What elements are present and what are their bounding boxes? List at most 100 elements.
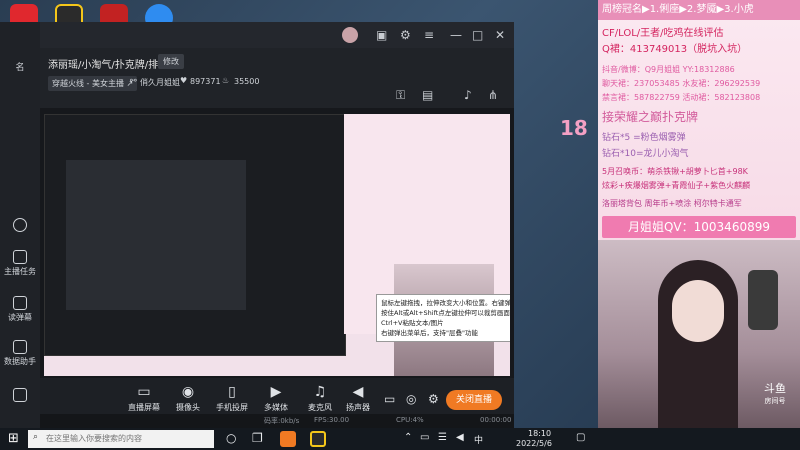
taskbar: ⊞ ⌕ ○ ❐ ⌃ ▭ ☰ ◀ 中 18:10 2022/5/6 ▢ bbox=[0, 428, 800, 450]
sidebar-item-label: 读弹幕 bbox=[8, 313, 32, 322]
share-icon[interactable]: ⋔ bbox=[488, 88, 498, 102]
room-number-label: 房间号 bbox=[764, 397, 786, 405]
heat-icon: ♨ bbox=[222, 76, 230, 85]
camera-button[interactable]: ◉ 摄像头 bbox=[166, 384, 210, 413]
checklist-icon bbox=[13, 250, 27, 264]
speech-icon bbox=[13, 296, 27, 310]
sidebar-item-streamer-tasks[interactable]: 主播任务 bbox=[0, 250, 40, 277]
overlay-line: 钻石*10=龙儿小淘气 bbox=[602, 149, 689, 159]
cortana-icon[interactable]: ○ bbox=[226, 431, 236, 445]
overlay-line: 钻石*5 =粉色烟雾弹 bbox=[602, 133, 686, 143]
overlay-line: 炫彩+疾爆烟雾弹+青霞仙子+紫色火麒麟 bbox=[602, 181, 751, 190]
control-label: 多媒体 bbox=[264, 403, 288, 412]
sidebar-item-data-assistant[interactable]: 数据助手 bbox=[0, 340, 40, 367]
control-label: 扬声器 bbox=[346, 403, 370, 412]
taskbar-search-input[interactable] bbox=[28, 430, 214, 448]
fps-readout: FPS:30.00 bbox=[314, 416, 350, 424]
overlay-line: CF/LOL/王者/吃鸡在线评估 bbox=[602, 28, 724, 39]
overlay-line: 5月召唤币：萌杀铁锹+胡萝卜匕首+98K bbox=[602, 167, 748, 176]
stream-overlay-panel: 周榜冠名▶1.俐座▶2.梦魇▶3.小虎 CF/LOL/王者/吃鸡在线评估 Q裙：… bbox=[598, 0, 800, 428]
bitrate-readout: 码率:0kb/s bbox=[264, 417, 300, 425]
bell-icon[interactable]: ♪ bbox=[464, 88, 472, 102]
overlay-line: 抖音/微博：Q9月姐姐 YY:18312886 bbox=[602, 65, 735, 74]
age-badge: 18 bbox=[560, 116, 588, 140]
douyu-logo-text: 斗鱼 bbox=[764, 382, 786, 395]
task-view-icon[interactable]: ❐ bbox=[252, 431, 263, 445]
overlay-line: Q裙：413749013（脱坑入坑） bbox=[602, 44, 748, 55]
phone-icon: ▯ bbox=[228, 384, 236, 400]
microphone-prop bbox=[748, 270, 778, 330]
heat-value: 35500 bbox=[234, 77, 260, 86]
tray-expand-icon[interactable]: ⌃ bbox=[404, 432, 412, 443]
volume-icon[interactable]: ◀ bbox=[456, 432, 464, 443]
lock-icon[interactable]: ⚿ bbox=[396, 88, 405, 103]
maximize-icon[interactable]: □ bbox=[472, 28, 483, 42]
editing-tooltip: 鼠标左键拖拽，拉伸改变大小和位置。右键弹出菜单 按住Alt或Alt+Shift点… bbox=[376, 294, 510, 342]
chart-icon bbox=[13, 340, 27, 354]
qv-contact-banner: 月姐姐QV：1003460899 bbox=[602, 216, 796, 238]
control-label: 手机投屏 bbox=[216, 403, 248, 412]
overlay-line: 洛丽塔背包 周年币+喷涂 柯尔特卡通军 bbox=[602, 199, 742, 208]
tooltip-line: Ctrl+V粘贴文本/图片 bbox=[381, 319, 444, 327]
phone-cast-button[interactable]: ▯ 手机投屏 bbox=[210, 384, 254, 413]
sidebar-top-label: 名 bbox=[15, 63, 25, 73]
edit-title-button[interactable]: 修改 bbox=[158, 54, 184, 69]
live-duration: 00:00:00 bbox=[480, 416, 512, 424]
record-icon[interactable]: ▭ bbox=[384, 392, 395, 406]
chain-label: 俏久月姐姐 bbox=[140, 78, 180, 87]
speaker-icon: ◀ bbox=[352, 384, 364, 400]
notification-icon[interactable]: ▢ bbox=[576, 432, 585, 443]
taskbar-app-douyu[interactable] bbox=[280, 431, 296, 447]
control-label: 直播屏幕 bbox=[128, 403, 160, 412]
tooltip-line: 按住Alt或Alt+Shift点左键拉伸可以裁剪画面 bbox=[381, 309, 510, 317]
overlay-line: 接荣耀之巅扑克牌 bbox=[602, 110, 699, 124]
overlay-line: 禁言裙：587822759 活动裙：582123808 bbox=[602, 93, 761, 102]
search-icon: ⌕ bbox=[33, 432, 39, 442]
cpu-readout: CPU:4% bbox=[396, 416, 424, 424]
avatar[interactable] bbox=[342, 27, 358, 43]
stack-icon bbox=[13, 388, 27, 402]
monitor-icon: ▭ bbox=[137, 384, 151, 400]
input-language[interactable]: 中 bbox=[474, 433, 483, 446]
status-bar: 码率:0kb/s FPS:30.00 CPU:4% 00:00:00 bbox=[40, 414, 514, 428]
sidebar-more[interactable] bbox=[0, 218, 40, 234]
minimize-icon[interactable]: — bbox=[450, 28, 462, 42]
control-label: 麦克风 bbox=[308, 403, 332, 412]
sidebar-bottom-item[interactable] bbox=[0, 388, 40, 404]
room-info-bar: 添丽瑶/小淘气/扑克牌/排位 修改 穿越火线 - 美女主播 ↗ ⚯ 俏久月姐姐 … bbox=[40, 48, 514, 108]
close-icon[interactable]: ✕ bbox=[495, 28, 505, 42]
close-live-button[interactable]: 关闭直播 bbox=[446, 390, 502, 410]
douyu-logo: 斗鱼 房间号 bbox=[756, 380, 794, 406]
speaker-button[interactable]: ◀ 扬声器 bbox=[336, 384, 380, 413]
skin-icon[interactable]: ▣ bbox=[376, 28, 387, 42]
more-icon bbox=[13, 218, 27, 232]
taskbar-date[interactable]: 2022/5/6 bbox=[516, 439, 552, 448]
category-label: 穿越火线 - 美女主播 bbox=[52, 79, 124, 88]
settings-icon[interactable]: ⚙ bbox=[400, 28, 411, 42]
network-icon[interactable]: ▭ bbox=[420, 432, 429, 443]
fans-count: 897371 bbox=[190, 77, 221, 86]
eye-icon[interactable]: ◎ bbox=[406, 392, 416, 406]
gear-icon[interactable]: ⚙ bbox=[428, 392, 439, 406]
taskbar-app-game[interactable] bbox=[310, 431, 326, 447]
category-tag[interactable]: 穿越火线 - 美女主播 ↗ bbox=[48, 76, 138, 91]
multimedia-button[interactable]: ▶ 多媒体 bbox=[254, 384, 298, 413]
windows-start-icon[interactable]: ⊞ bbox=[8, 431, 19, 446]
image-icon[interactable]: ▤ bbox=[422, 88, 433, 102]
room-title: 添丽瑶/小淘气/扑克牌/排位 bbox=[48, 60, 169, 71]
streaming-app-window: ▣ ⚙ ≡ — □ ✕ 添丽瑶/小淘气/扑克牌/排位 修改 穿越火线 - 美女主… bbox=[40, 22, 514, 428]
chain-icon: ⚯ bbox=[130, 76, 137, 85]
taskbar-clock[interactable]: 18:10 bbox=[528, 429, 551, 438]
media-icon: ▶ bbox=[270, 384, 282, 400]
webcam-face bbox=[672, 280, 724, 342]
menu-icon[interactable]: ≡ bbox=[424, 28, 434, 42]
fans-icon: ♥ bbox=[180, 76, 188, 85]
sidebar-item-label: 数据助手 bbox=[4, 357, 36, 366]
overlay-line: 聊天裙：237053485 水友裙：296292539 bbox=[602, 79, 761, 88]
webcam-feed: 斗鱼 房间号 bbox=[598, 240, 800, 428]
screen-capture-button[interactable]: ▭ 直播屏幕 bbox=[122, 384, 166, 413]
wifi-icon[interactable]: ☰ bbox=[438, 432, 447, 443]
stream-preview[interactable]: 鼠标左键拖拽，拉伸改变大小和位置。右键弹出菜单 按住Alt或Alt+Shift点… bbox=[44, 114, 510, 376]
control-label: 摄像头 bbox=[176, 403, 200, 412]
sidebar-item-read-danmaku[interactable]: 读弹幕 bbox=[0, 296, 40, 323]
